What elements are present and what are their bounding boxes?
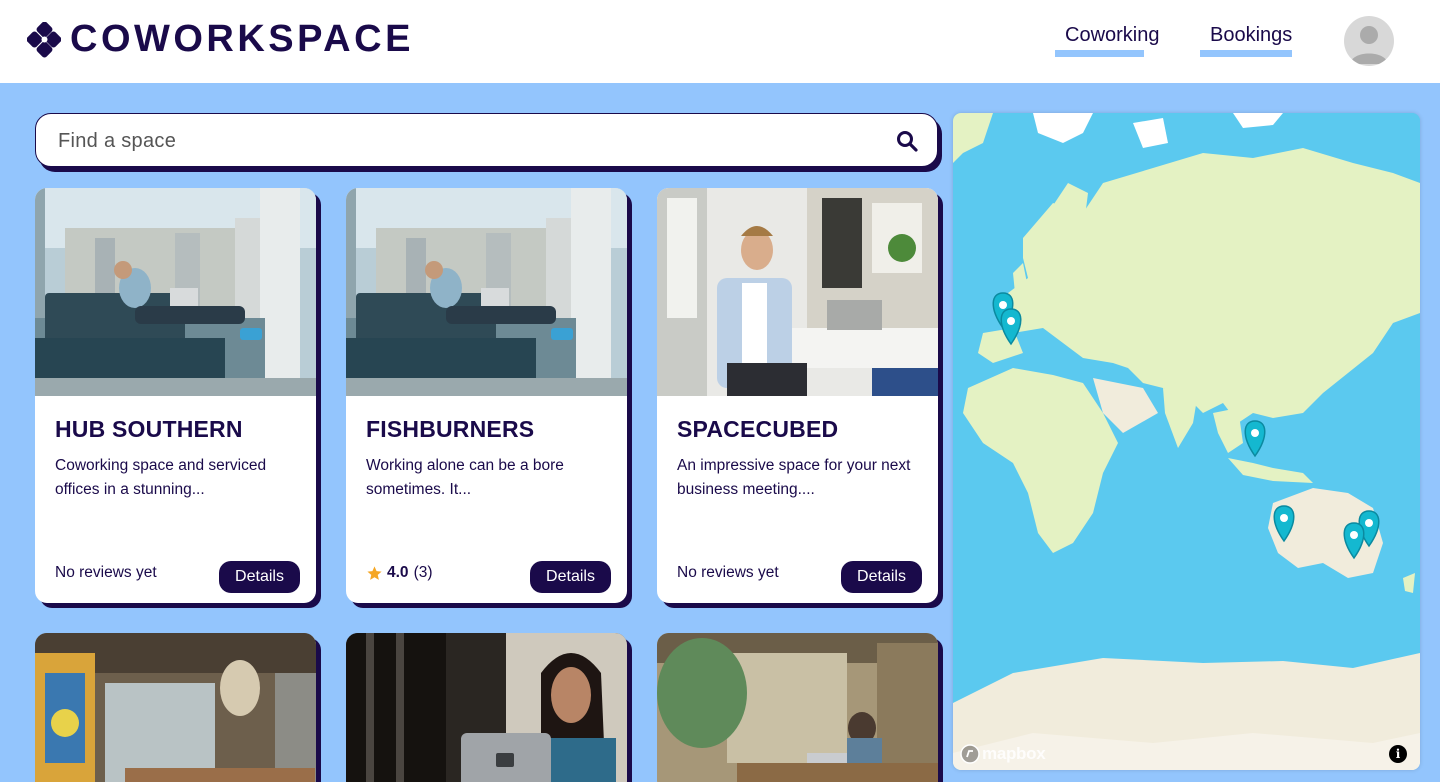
mapbox-attribution[interactable]: mapbox (960, 744, 1046, 764)
reviews-text: No reviews yet (677, 564, 779, 581)
rating-value: 4.0 (387, 564, 409, 581)
space-photo (657, 188, 938, 396)
space-photo (35, 633, 316, 782)
review-count: (3) (413, 564, 433, 581)
space-title: SPACECUBED (677, 416, 839, 442)
nav-coworking-underline (1055, 50, 1145, 57)
space-reviews: 4.0 (3) (366, 564, 433, 582)
search-bar (35, 113, 938, 167)
space-photo (346, 633, 627, 782)
map-view[interactable] (953, 113, 1420, 770)
space-title: HUB SOUTHERN (55, 416, 243, 442)
map-info-icon[interactable]: i (1389, 745, 1407, 763)
space-title: FISHBURNERS (366, 416, 535, 442)
star-icon (367, 565, 382, 580)
brand-logo-icon (27, 21, 61, 57)
space-photo (657, 633, 938, 782)
space-reviews: No reviews yet (677, 564, 779, 582)
brand-logo[interactable]: COWORKSPACE (27, 18, 414, 61)
space-description: Coworking space and serviced offices in … (55, 457, 267, 498)
details-button[interactable]: Details (219, 561, 300, 593)
mapbox-icon (960, 744, 980, 764)
details-button[interactable]: Details (841, 561, 922, 593)
world-map (953, 113, 1420, 770)
nav-coworking-label: Coworking (1065, 24, 1160, 46)
space-photo (35, 188, 316, 396)
search-input[interactable] (58, 126, 878, 156)
space-card[interactable] (657, 633, 938, 782)
brand-name: COWORKSPACE (70, 18, 414, 60)
details-button[interactable]: Details (530, 561, 611, 593)
app-header: COWORKSPACE Coworking Bookings (0, 0, 1440, 83)
space-card[interactable] (35, 633, 316, 782)
space-card-hub-southern[interactable]: HUB SOUTHERN Coworking space and service… (35, 188, 316, 603)
space-description: Working alone can be a bore sometimes. I… (366, 457, 564, 498)
search-icon[interactable] (896, 130, 918, 152)
space-photo (346, 188, 627, 396)
space-description: An impressive space for your next busine… (677, 457, 911, 498)
nav-bookings-underline (1200, 50, 1293, 57)
reviews-text: No reviews yet (55, 564, 157, 581)
space-reviews: No reviews yet (55, 564, 157, 582)
user-avatar[interactable] (1344, 16, 1394, 66)
space-card-spacecubed[interactable]: SPACECUBED An impressive space for your … (657, 188, 938, 603)
nav-bookings-label: Bookings (1210, 24, 1293, 46)
nav-bookings-link[interactable]: Bookings (1200, 24, 1293, 57)
nav-coworking-link[interactable]: Coworking (1055, 24, 1160, 57)
space-card-fishburners[interactable]: FISHBURNERS Working alone can be a bore … (346, 188, 627, 603)
space-card[interactable] (346, 633, 627, 782)
mapbox-label: mapbox (982, 744, 1046, 763)
user-avatar-icon (1350, 26, 1388, 64)
